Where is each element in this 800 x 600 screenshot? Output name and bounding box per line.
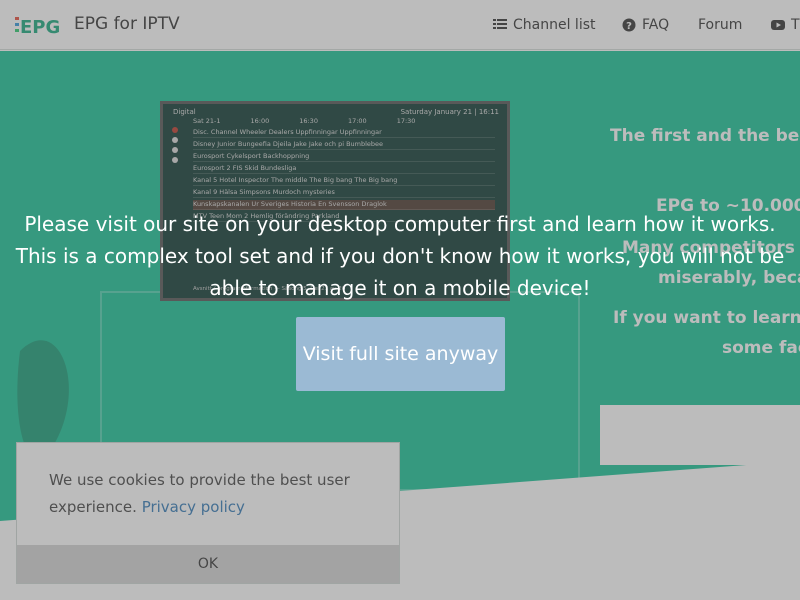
visit-full-site-button[interactable]: Visit full site anyway [296,317,505,391]
message-line: This is a complex tool set and if you do… [15,244,785,268]
message-line: able to manage it on a mobile device! [209,276,591,300]
message-line: Please visit our site on your desktop co… [24,212,776,236]
mobile-warning-message: Please visit our site on your desktop co… [0,208,800,304]
mobile-warning-overlay: Please visit our site on your desktop co… [0,0,800,600]
